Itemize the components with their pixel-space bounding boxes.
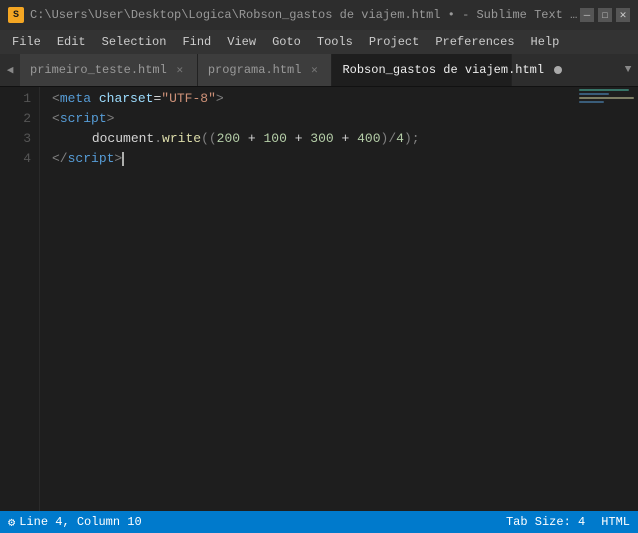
line-num-2: 2 xyxy=(0,109,31,129)
minimap xyxy=(578,87,638,511)
code-line-4: </script> xyxy=(52,149,578,169)
line-num-1: 1 xyxy=(0,89,31,109)
line-num-4: 4 xyxy=(0,149,31,169)
tab-programa[interactable]: programa.html ✕ xyxy=(198,54,333,86)
tabs-container: primeiro_teste.html ✕ programa.html ✕ Ro… xyxy=(20,54,618,86)
tab-label: primeiro_teste.html xyxy=(30,63,167,77)
menu-goto[interactable]: Goto xyxy=(264,30,309,54)
tab-primeiro-teste[interactable]: primeiro_teste.html ✕ xyxy=(20,54,198,86)
window-controls: ─ □ ✕ xyxy=(580,8,630,22)
code-line-3: document.write((200 + 100 + 300 + 400)/4… xyxy=(52,129,578,149)
menu-help[interactable]: Help xyxy=(523,30,568,54)
tab-close-button[interactable]: ✕ xyxy=(307,63,321,77)
code-editor[interactable]: <meta charset="UTF-8"> <script> document… xyxy=(40,87,578,511)
window-title: C:\Users\User\Desktop\Logica\Robson_gast… xyxy=(30,8,580,22)
tab-label: Robson_gastos de viajem.html xyxy=(342,63,544,77)
maximize-button[interactable]: □ xyxy=(598,8,612,22)
minimap-line-4 xyxy=(579,101,604,103)
menu-project[interactable]: Project xyxy=(361,30,427,54)
tab-label: programa.html xyxy=(208,63,302,77)
menu-bar: File Edit Selection Find View Goto Tools… xyxy=(0,30,638,54)
minimap-line-3 xyxy=(579,97,634,99)
menu-view[interactable]: View xyxy=(219,30,264,54)
close-button[interactable]: ✕ xyxy=(616,8,630,22)
line-num-3: 3 xyxy=(0,129,31,149)
cursor-position[interactable]: Line 4, Column 10 xyxy=(19,515,141,529)
status-right: Tab Size: 4 HTML xyxy=(506,515,630,529)
line-numbers: 1 2 3 4 xyxy=(0,87,40,511)
minimap-line-2 xyxy=(579,93,609,95)
app-icon: S xyxy=(8,7,24,23)
tab-size[interactable]: Tab Size: 4 xyxy=(506,515,585,529)
language[interactable]: HTML xyxy=(601,515,630,529)
tab-close-button[interactable]: ✕ xyxy=(173,63,187,77)
editor-area[interactable]: 1 2 3 4 <meta charset="UTF-8"> <script> … xyxy=(0,87,638,511)
title-bar: S C:\Users\User\Desktop\Logica\Robson_ga… xyxy=(0,0,638,30)
menu-find[interactable]: Find xyxy=(174,30,219,54)
code-line-1: <meta charset="UTF-8"> xyxy=(52,89,578,109)
menu-preferences[interactable]: Preferences xyxy=(427,30,522,54)
menu-selection[interactable]: Selection xyxy=(94,30,175,54)
menu-edit[interactable]: Edit xyxy=(49,30,94,54)
status-left: ⚙ Line 4, Column 10 xyxy=(8,515,506,530)
menu-file[interactable]: File xyxy=(4,30,49,54)
tab-unsaved-dot xyxy=(554,66,562,74)
status-icon: ⚙ xyxy=(8,515,15,530)
minimap-content xyxy=(579,89,634,103)
tab-overflow-button[interactable]: ▼ xyxy=(618,54,638,86)
tab-scroll-left[interactable]: ◀ xyxy=(0,54,20,86)
menu-tools[interactable]: Tools xyxy=(309,30,361,54)
tab-robson[interactable]: Robson_gastos de viajem.html xyxy=(332,54,512,86)
minimap-line-1 xyxy=(579,89,629,91)
code-line-2: <script> xyxy=(52,109,578,129)
minimize-button[interactable]: ─ xyxy=(580,8,594,22)
tab-bar: ◀ primeiro_teste.html ✕ programa.html ✕ … xyxy=(0,54,638,87)
status-bar: ⚙ Line 4, Column 10 Tab Size: 4 HTML xyxy=(0,511,638,533)
